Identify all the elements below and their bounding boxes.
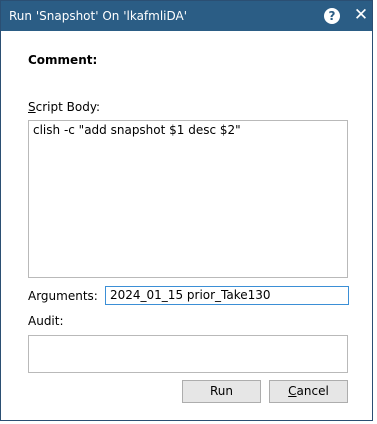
run-script-dialog: Run 'Snapshot' On 'lkafmliDA' ? ✕ Commen…: [0, 0, 373, 421]
arguments-label: Arguments:: [28, 289, 98, 303]
dialog-title: Run 'Snapshot' On 'lkafmliDA': [9, 9, 188, 23]
close-icon[interactable]: ✕: [353, 6, 369, 24]
audit-label: Audit:: [28, 314, 64, 328]
arguments-input[interactable]: 2024_01_15 prior_Take130: [105, 286, 349, 305]
cancel-button[interactable]: Cancel: [269, 380, 348, 403]
script-body-label: Script Body:: [28, 100, 101, 114]
run-button[interactable]: Run: [182, 380, 261, 403]
audit-textarea[interactable]: [28, 335, 348, 373]
comment-label: Comment:: [28, 53, 98, 67]
dialog-titlebar: Run 'Snapshot' On 'lkafmliDA' ? ✕: [1, 1, 372, 31]
script-body-textarea[interactable]: clish -c "add snapshot $1 desc $2": [28, 120, 348, 278]
question-icon[interactable]: ?: [324, 8, 340, 24]
